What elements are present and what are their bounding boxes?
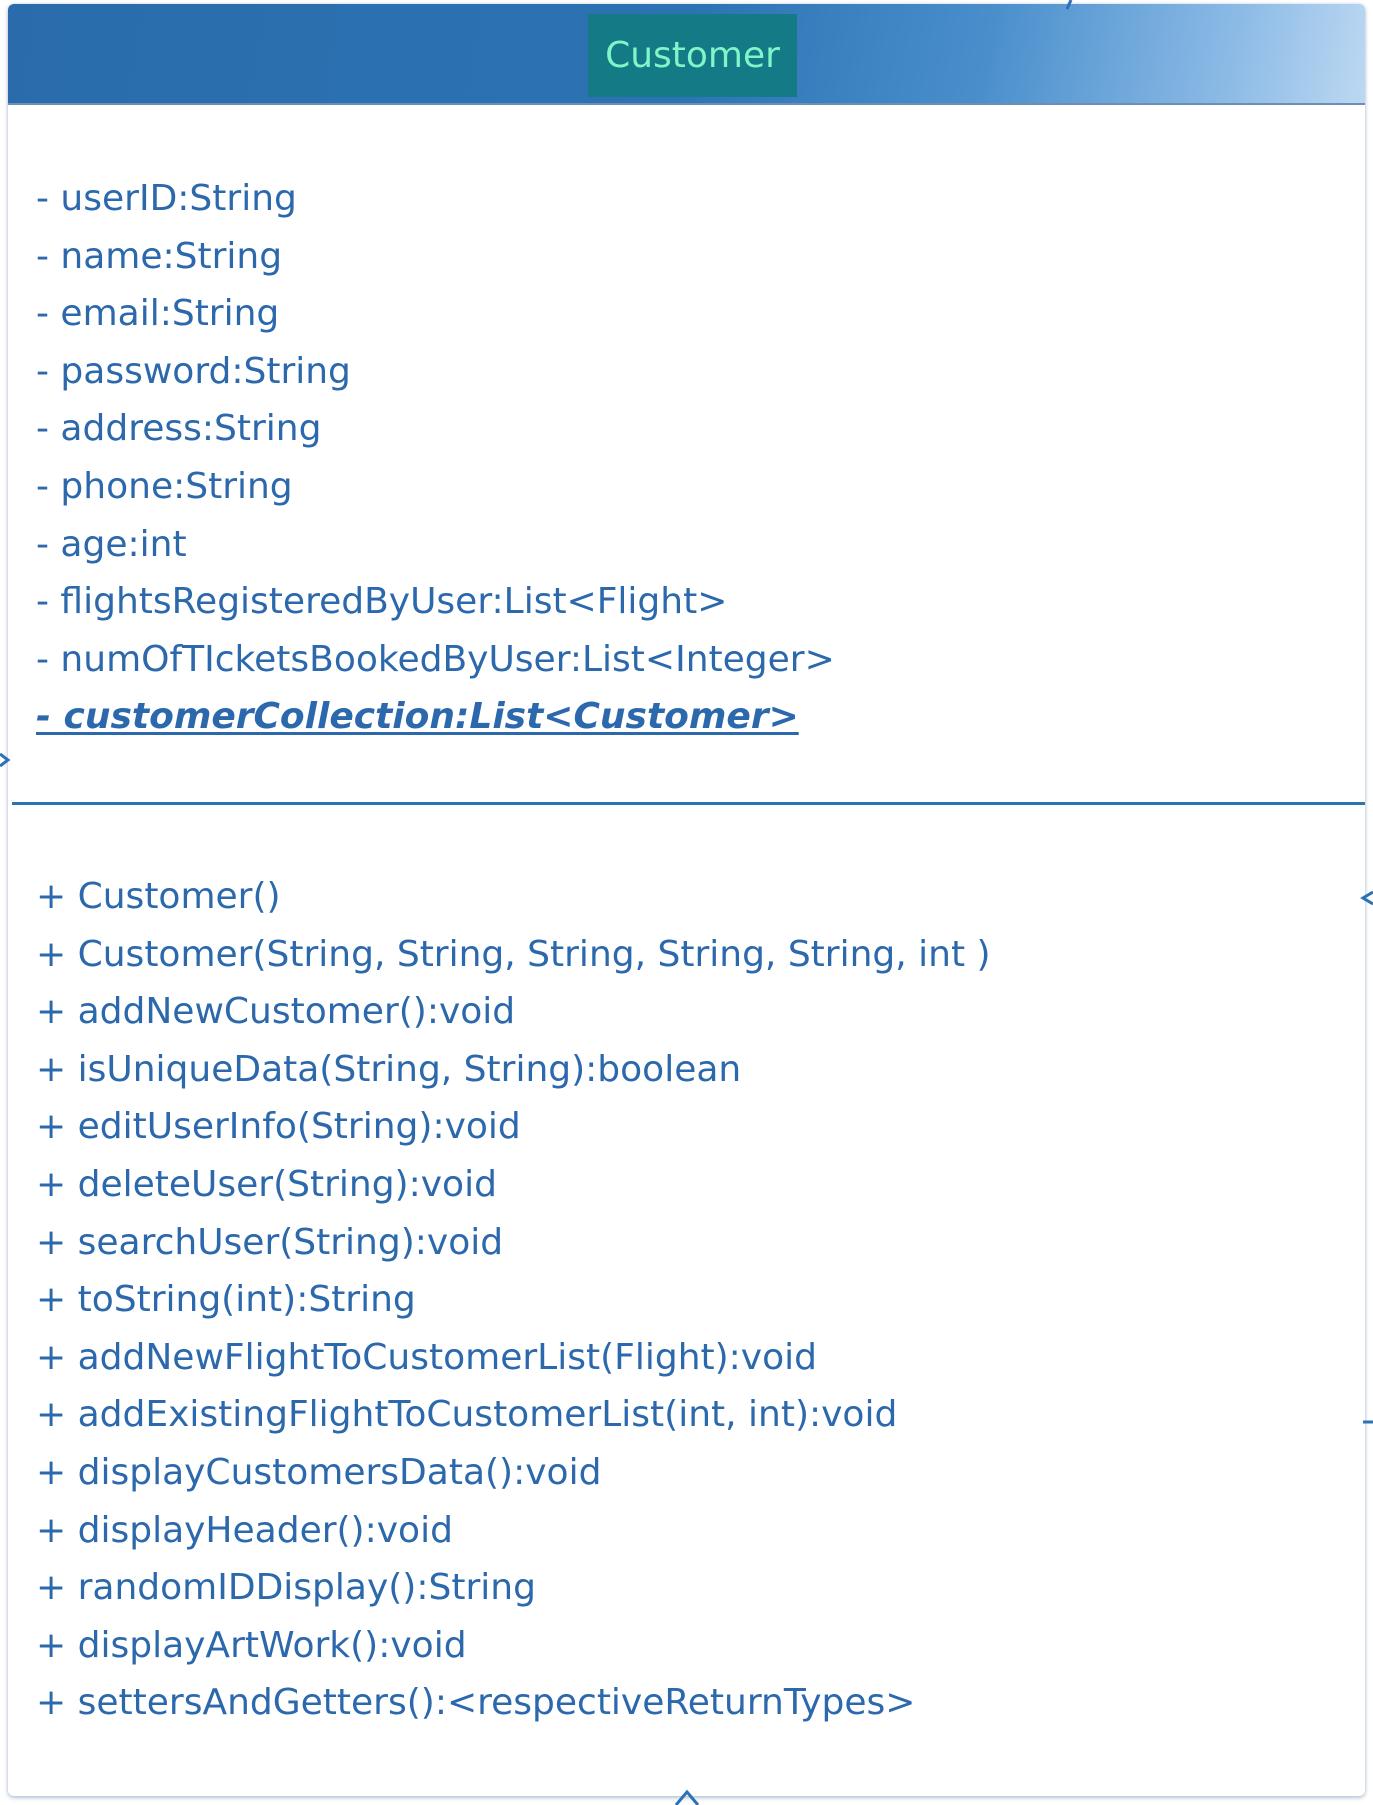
static-attribute: - customerCollection:List<Customer> [36,696,799,738]
attribute: - password:String [36,350,351,392]
operation: + deleteUser(String):void [36,1163,497,1205]
operation: + displayArtWork():void [36,1624,467,1666]
attribute: - age:int [36,523,187,565]
arrowhead-bottom-fragment [674,1789,700,1805]
operation: + settersAndGetters():<respectiveReturnT… [36,1682,916,1724]
attribute: - name:String [36,235,283,277]
operation: + randomIDDisplay():String [36,1567,536,1609]
attribute: - numOfTIcketsBookedByUser:List<Integer> [36,638,835,680]
operation: + Customer() [36,876,281,917]
operation: + addExistingFlightToCustomerList(int, i… [36,1394,898,1436]
attribute: - flightsRegisteredByUser:List<Flight> [36,581,728,623]
operations-section: + Customer() + Customer(String, String, … [36,868,991,1732]
operation: + searchUser(String):void [36,1221,504,1263]
attribute: - phone:String [36,465,293,507]
operation: + editUserInfo(String):void [36,1106,521,1148]
attribute: - email:String [36,293,280,335]
connector-right-fragment [1363,1420,1373,1424]
arrowhead-right-fragment [1360,890,1373,906]
operation: + addNewCustomer():void [36,991,516,1033]
class-name: Customer [588,14,797,97]
connector-top-fragment [1065,0,1073,10]
arrowhead-left-fragment [0,752,11,768]
operation: + displayCustomersData():void [36,1451,602,1493]
operation: + addNewFlightToCustomerList(Flight):voi… [36,1336,817,1378]
operation: + isUniqueData(String, String):boolean [36,1048,742,1090]
attribute: - address:String [36,408,322,450]
operation: + Customer(String, String, String, Strin… [36,933,991,975]
attribute: - userID:String [36,178,297,219]
customer-class-box: Customer - userID:String - name:String -… [8,4,1365,1796]
class-header: Customer [8,4,1365,105]
operation: + toString(int):String [36,1279,416,1321]
section-divider [12,802,1365,805]
operation: + displayHeader():void [36,1509,453,1551]
attributes-section: - userID:String - name:String - email:St… [36,170,835,746]
